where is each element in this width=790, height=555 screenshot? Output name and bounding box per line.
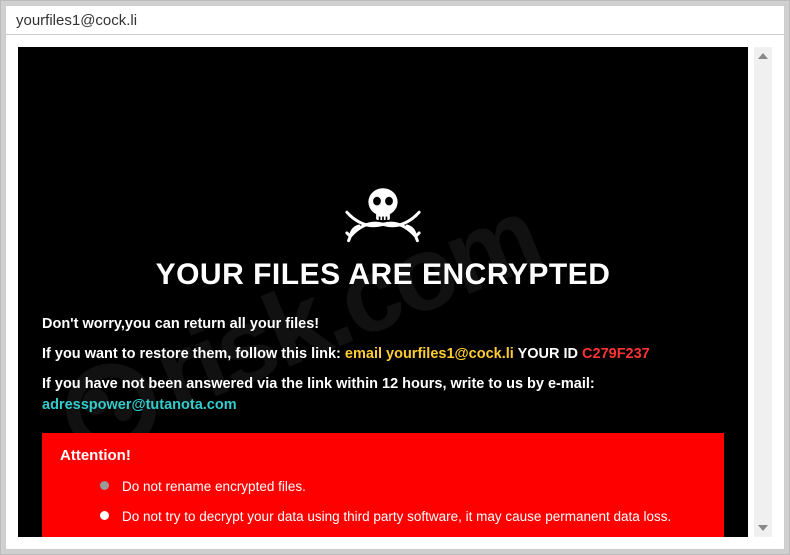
attention-title: Attention! (60, 447, 706, 464)
restore-prefix: If you want to restore them, follow this… (42, 346, 345, 362)
scroll-up-icon[interactable] (754, 47, 772, 65)
intro-line: Don't worry,you can return all your file… (42, 314, 724, 336)
victim-id: C279F237 (582, 346, 650, 362)
secondary-email: adresspower@tutanota.com (42, 397, 237, 413)
window-title: yourfiles1@cock.li (16, 12, 137, 29)
headline: YOUR FILES ARE ENCRYPTED (42, 258, 724, 292)
ransom-panel: risk.com (18, 47, 748, 537)
titlebar[interactable]: yourfiles1@cock.li (5, 5, 785, 35)
email-label: email (345, 346, 386, 362)
list-item: Do not try to decrypt your data using th… (100, 506, 706, 528)
window-frame: yourfiles1@cock.li risk.com (1, 1, 789, 554)
attention-list: Do not rename encrypted files. Do not tr… (60, 476, 706, 537)
skull-crossbones-icon (42, 183, 724, 250)
content-area: risk.com (5, 35, 785, 550)
attention-box: Attention! Do not rename encrypted files… (42, 433, 724, 537)
restore-line: If you want to restore them, follow this… (42, 344, 724, 366)
fallback-prefix: If you have not been answered via the li… (42, 376, 595, 392)
scroll-down-icon[interactable] (754, 519, 772, 537)
id-label: YOUR ID (514, 346, 582, 362)
vertical-scrollbar[interactable] (754, 47, 772, 537)
fallback-line: If you have not been answered via the li… (42, 374, 724, 418)
primary-email: yourfiles1@cock.li (386, 346, 514, 362)
list-item: Do not rename encrypted files. (100, 476, 706, 498)
